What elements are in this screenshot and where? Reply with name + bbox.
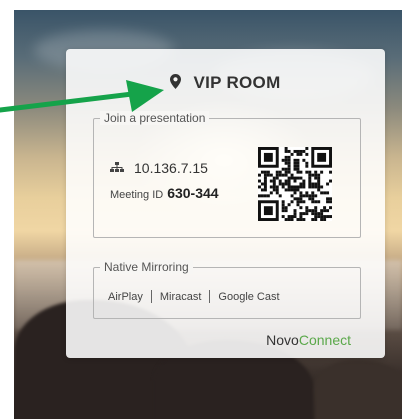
separator xyxy=(150,290,152,303)
meeting-id-row: Meeting ID 630-344 xyxy=(110,185,219,203)
meeting-id-value: 630-344 xyxy=(167,185,219,201)
separator xyxy=(209,290,211,303)
rock-decoration xyxy=(314,360,402,419)
arrow-right-icon xyxy=(0,80,164,113)
meeting-id-label: Meeting ID xyxy=(110,189,164,201)
native-mirroring-legend: Native Mirroring xyxy=(100,260,193,274)
ip-address-row: 10.136.7.15 xyxy=(110,160,208,176)
network-icon xyxy=(110,162,124,172)
brand-logo-part1: Novo xyxy=(266,332,299,348)
ip-address: 10.136.7.15 xyxy=(134,160,208,176)
brand-logo: NovoConnect xyxy=(266,332,351,348)
join-presentation-group: Join a presentation 10.136.7.15 Meeting … xyxy=(93,111,361,238)
mirroring-option-airplay: AirPlay xyxy=(108,291,143,303)
brand-logo-part2: Connect xyxy=(298,332,351,348)
mirroring-options: AirPlay Miracast Google Cast xyxy=(108,290,280,303)
mirroring-option-google-cast: Google Cast xyxy=(218,291,280,303)
native-mirroring-group: Native Mirroring AirPlay Miracast Google C… xyxy=(93,260,361,319)
room-name: VIP ROOM xyxy=(193,73,281,92)
mirroring-option-miracast: Miracast xyxy=(159,291,202,303)
qr-code-icon xyxy=(258,147,332,221)
